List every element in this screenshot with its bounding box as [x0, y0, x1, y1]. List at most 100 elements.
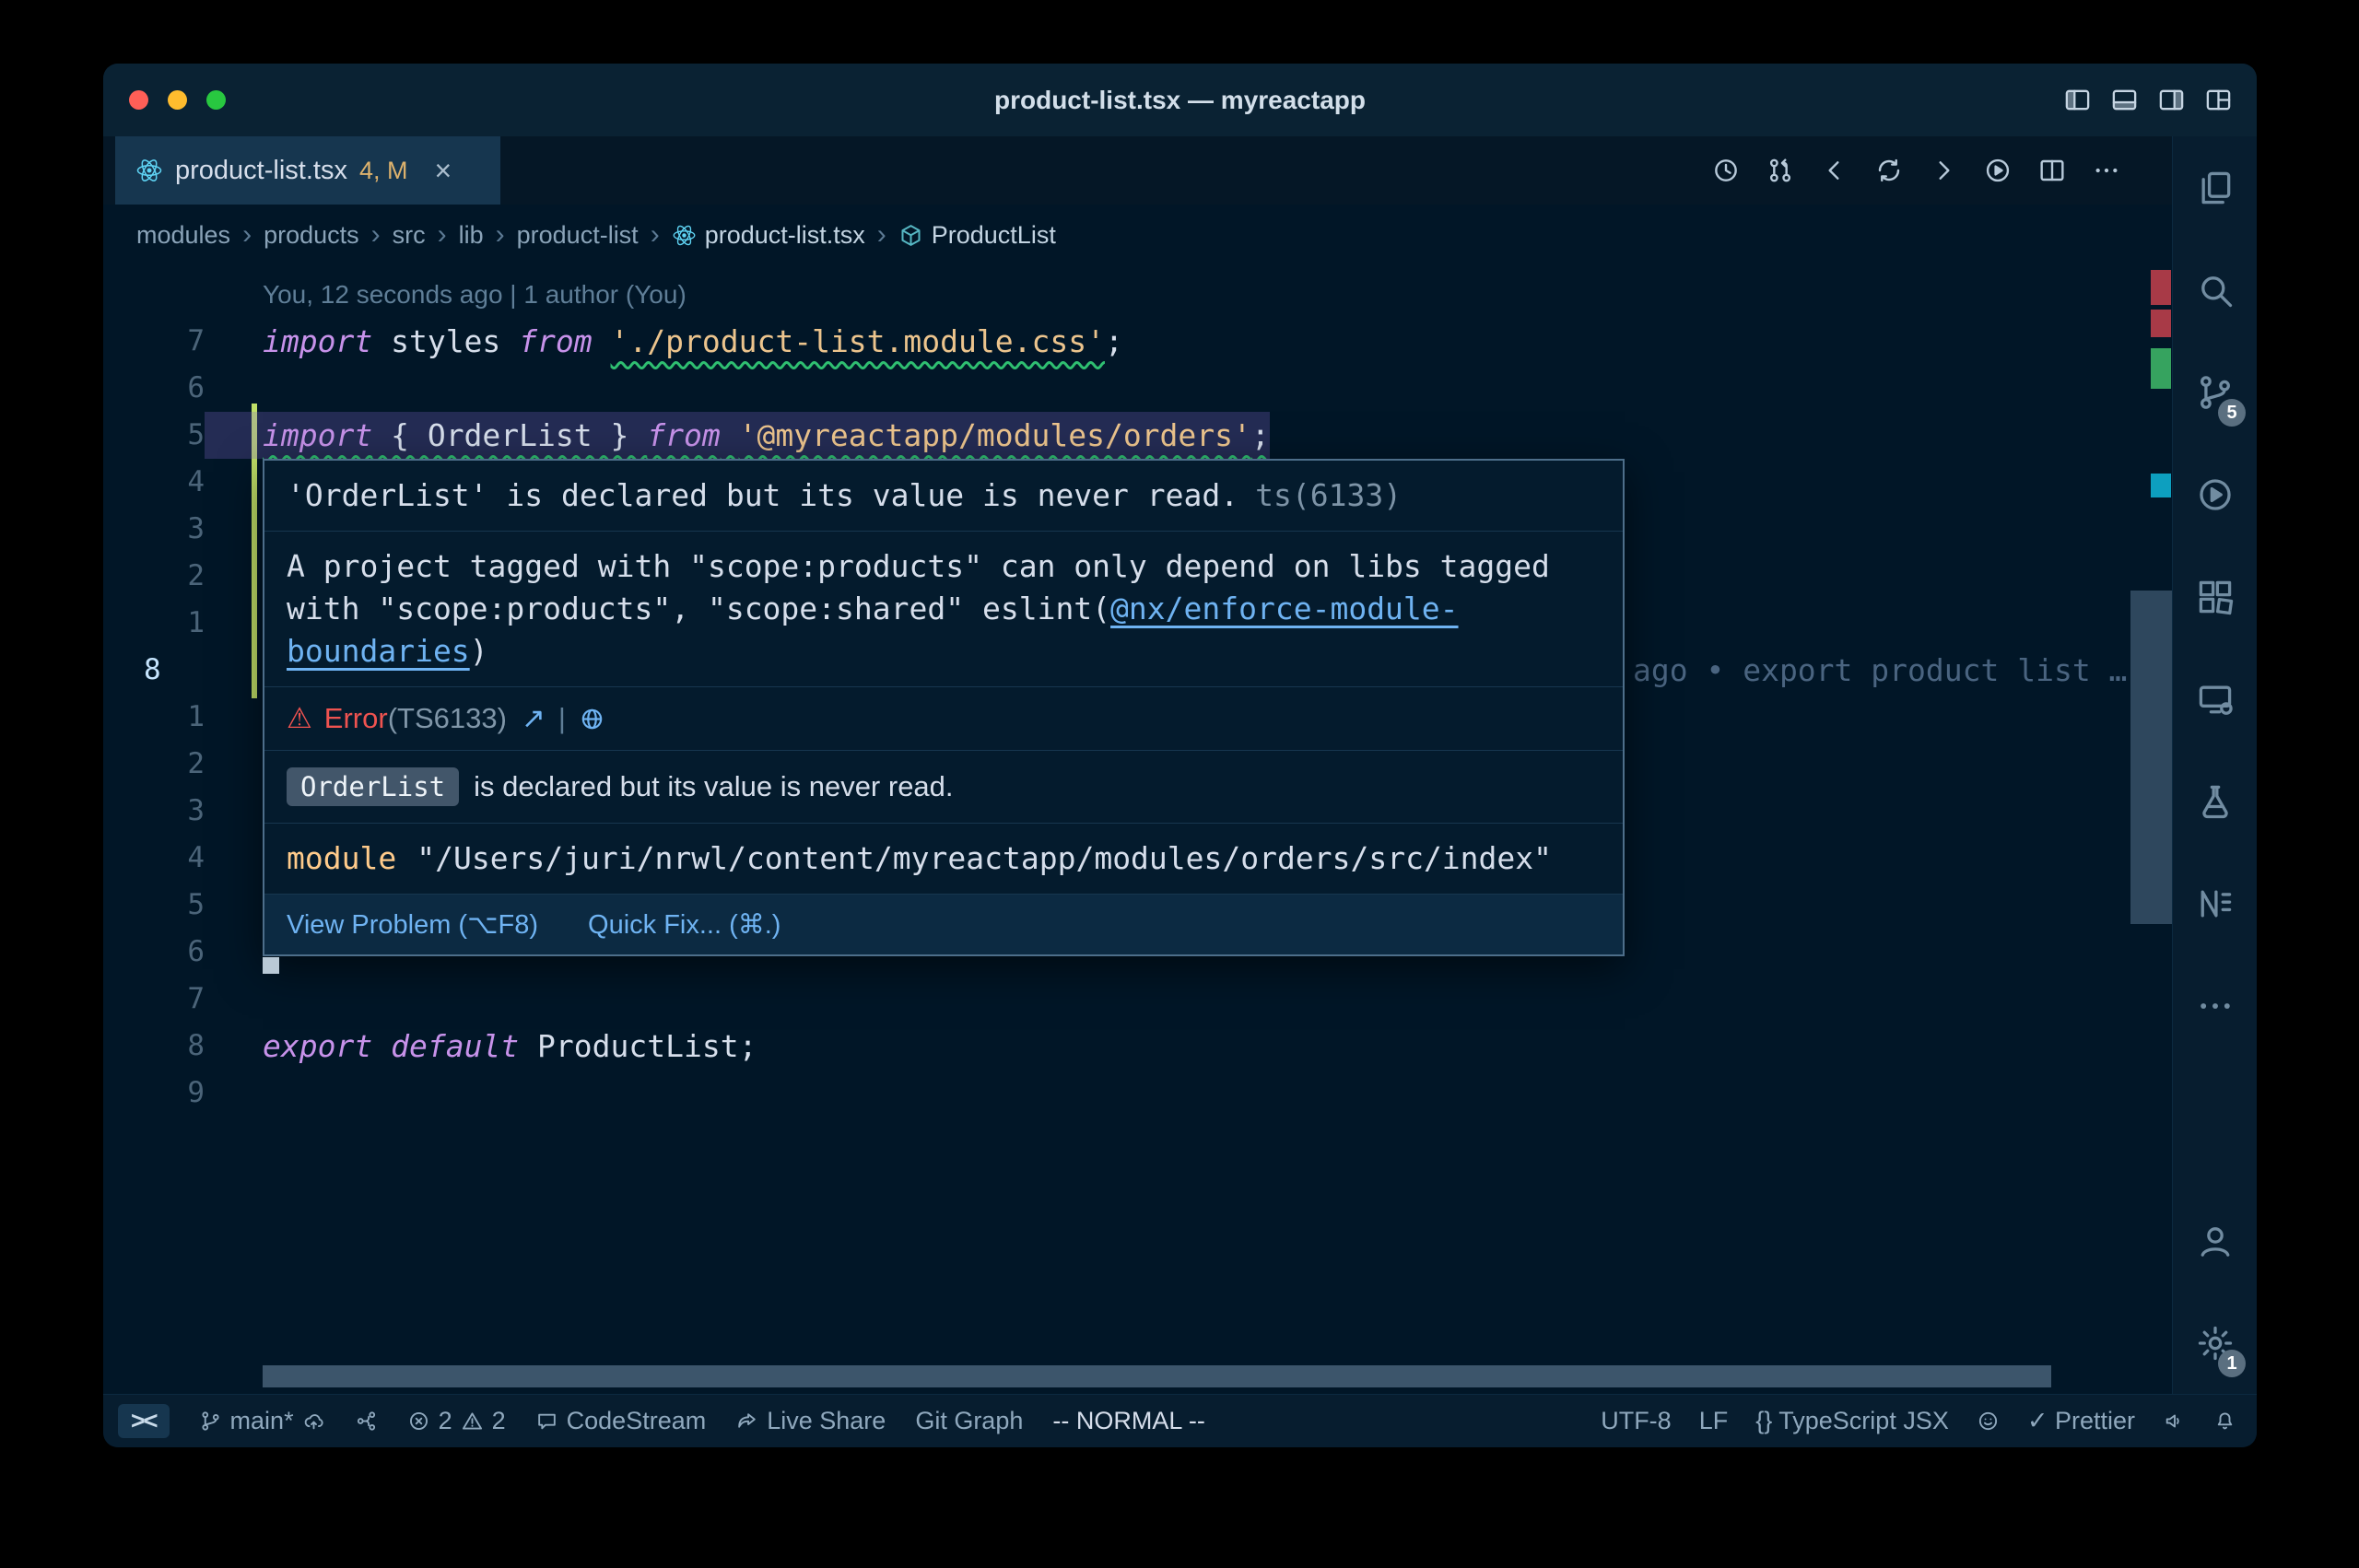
status-text: main*: [230, 1407, 294, 1435]
history-icon[interactable]: [1711, 156, 1741, 185]
code-line: 7import styles from './product-list.modu…: [103, 318, 2130, 365]
breadcrumb-label: product-list.tsx: [705, 221, 865, 250]
status-broadcast[interactable]: [2163, 1410, 2186, 1433]
pull-request-icon[interactable]: [1766, 156, 1795, 185]
run-icon[interactable]: [1983, 156, 2013, 185]
account-icon: [2195, 1221, 2236, 1261]
status-text: -- NORMAL --: [1052, 1407, 1204, 1435]
status-git-graph[interactable]: Git Graph: [915, 1407, 1023, 1435]
pages-icon: [2195, 168, 2236, 208]
breadcrumb-item-modules[interactable]: modules: [136, 221, 230, 250]
smiley-icon: [1977, 1410, 2000, 1433]
activity-extensions[interactable]: [2173, 545, 2257, 648]
breadcrumb: modules›products›src›lib›product-list›pr…: [103, 205, 2173, 265]
status-text: Live Share: [767, 1407, 886, 1435]
breadcrumb-item-product-list-tsx[interactable]: product-list.tsx: [672, 221, 865, 250]
code-text: [205, 694, 263, 741]
quick-fix-button[interactable]: Quick Fix... (⌘.): [588, 908, 780, 941]
nav-back-icon[interactable]: [1820, 156, 1849, 185]
activity-more-views[interactable]: [2173, 954, 2257, 1057]
status-remote-indicator[interactable]: ><: [118, 1404, 170, 1438]
breadcrumb-item-product-list[interactable]: product-list: [517, 221, 639, 250]
tab-label: product-list.tsx: [175, 156, 347, 186]
status-language-mode[interactable]: {} TypeScript JSX: [1755, 1407, 1949, 1435]
status-text: CodeStream: [567, 1407, 707, 1435]
activity-remote-explorer[interactable]: [2173, 648, 2257, 750]
titlebar: product-list.tsx — myreactapp: [103, 64, 2257, 136]
scrollbar-thumb-vertical[interactable]: [2130, 591, 2173, 924]
globe-icon[interactable]: [579, 706, 605, 732]
bell-icon: [2213, 1410, 2236, 1433]
overview-mark-error: [2151, 310, 2171, 337]
status-eol[interactable]: LF: [1699, 1407, 1729, 1435]
activity-nx-console[interactable]: [2173, 852, 2257, 954]
line-number: 6: [103, 365, 205, 412]
error-code: (TS6133): [388, 702, 507, 735]
status-live-share[interactable]: Live Share: [735, 1407, 886, 1435]
hover-error-message: OrderList is declared but its value is n…: [264, 751, 1623, 824]
breadcrumb-item-products[interactable]: products: [264, 221, 359, 250]
breadcrumb-separator: ›: [877, 219, 886, 251]
code-text: [205, 506, 263, 553]
breadcrumb-item-productlist[interactable]: ProductList: [898, 221, 1056, 250]
layout-panel-icon[interactable]: [2110, 86, 2139, 114]
activity-settings[interactable]: 1: [2173, 1292, 2257, 1394]
commit-graph-icon: [355, 1410, 378, 1433]
status-text: LF: [1699, 1407, 1729, 1435]
line-number: 8: [103, 1023, 205, 1070]
breadcrumb-label: modules: [136, 221, 230, 250]
layout-sidebar-right-icon[interactable]: [2157, 86, 2186, 114]
code-text: [205, 459, 263, 506]
layout-sidebar-left-icon[interactable]: [2063, 86, 2092, 114]
status-vim-mode[interactable]: -- NORMAL --: [1052, 1407, 1204, 1435]
split-editor-icon[interactable]: [2037, 156, 2067, 185]
code-line: 6: [103, 365, 2130, 412]
nav-forward-icon[interactable]: [1929, 156, 1958, 185]
module-keyword: module: [287, 840, 396, 876]
activity-search[interactable]: [2173, 239, 2257, 341]
status-bar-right: UTF-8 LF {} TypeScript JSX ✓ Prettier: [1601, 1407, 2242, 1435]
error-message-text: is declared but its value is never read.: [474, 770, 953, 803]
activity-accounts[interactable]: [2173, 1189, 2257, 1292]
activity-source-control[interactable]: 5: [2173, 341, 2257, 443]
editor[interactable]: You, 12 seconds ago | 1 author (You)7imp…: [103, 265, 2173, 1394]
open-error-docs-icon[interactable]: ↗: [522, 702, 546, 735]
layout-grid-icon[interactable]: [2204, 86, 2233, 114]
status-notifications[interactable]: [2213, 1410, 2236, 1433]
activity-run-debug[interactable]: [2173, 443, 2257, 545]
code-line: 7: [103, 976, 2130, 1023]
line-number: 3: [103, 506, 205, 553]
sync-icon[interactable]: [1874, 156, 1904, 185]
status-text: {} TypeScript JSX: [1755, 1407, 1949, 1435]
status-problems[interactable]: 22: [407, 1407, 506, 1435]
view-problem-button[interactable]: View Problem (⌥F8): [287, 908, 538, 941]
code-text: [205, 647, 263, 694]
activity-explorer[interactable]: [2173, 136, 2257, 239]
scrollbar-horizontal[interactable]: [263, 1365, 2051, 1387]
close-tab-icon[interactable]: ×: [434, 156, 452, 185]
code-text: [205, 741, 263, 788]
status-text: Git Graph: [915, 1407, 1023, 1435]
status-git-branch[interactable]: main*: [199, 1407, 325, 1435]
breadcrumb-separator: ›: [438, 219, 447, 251]
breadcrumb-item-lib[interactable]: lib: [459, 221, 484, 250]
breadcrumb-label: lib: [459, 221, 484, 250]
hover-resize-grip[interactable]: [263, 957, 279, 974]
badge: 5: [2218, 399, 2246, 427]
desktop-background: product-list.tsx — myreactapp product-li…: [0, 0, 2359, 1568]
breadcrumb-label: src: [393, 221, 426, 250]
hover-module-row: module"/Users/juri/nrwl/content/myreacta…: [264, 824, 1623, 895]
status-encoding[interactable]: UTF-8: [1601, 1407, 1672, 1435]
activity-testing[interactable]: [2173, 750, 2257, 852]
code-text: [205, 882, 263, 929]
status-feedback-smiley[interactable]: [1977, 1410, 2000, 1433]
more-actions-icon[interactable]: [2092, 156, 2121, 185]
status-prettier[interactable]: ✓ Prettier: [2027, 1407, 2135, 1435]
activity-bar-bottom: 1: [2173, 1189, 2257, 1394]
line-number: 5: [103, 412, 205, 459]
line-number: 4: [103, 459, 205, 506]
breadcrumb-item-src[interactable]: src: [393, 221, 426, 250]
status-git-commits[interactable]: [355, 1410, 378, 1433]
status-codestream[interactable]: CodeStream: [535, 1407, 707, 1435]
tab-product-list[interactable]: product-list.tsx 4, M ×: [115, 136, 500, 205]
